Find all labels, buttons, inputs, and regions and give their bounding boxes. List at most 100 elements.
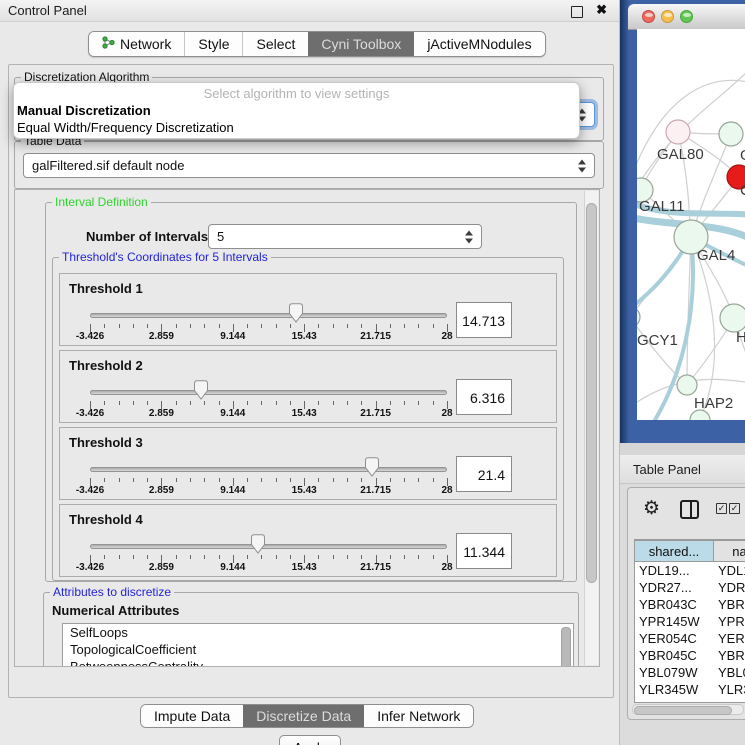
table-cell[interactable]: YBR043C [635,596,714,613]
table-row[interactable]: YIL052CYIL052C [635,698,745,703]
attribute-item[interactable]: TopologicalCoefficient [63,641,573,658]
table-cell[interactable]: YIL052C [714,698,745,703]
table-cell[interactable]: YBR045C [635,647,714,664]
minimize-traffic-light[interactable] [661,10,674,23]
slider-thumb[interactable] [250,534,266,554]
zoom-traffic-light[interactable] [680,10,693,23]
network-node-green[interactable] [677,375,697,395]
table-cell[interactable]: YLR345W [635,681,714,698]
slider-track[interactable] [90,544,447,549]
node-label: GA [740,147,745,164]
table-data-combobox[interactable]: galFiltered.sif default node [23,153,595,178]
tab-infer-network[interactable]: Infer Network [364,705,473,727]
close-icon[interactable]: ✖ [596,2,607,18]
table-cell[interactable]: YDL19 [714,562,745,579]
attribute-item[interactable]: BetweennessCentrality [63,658,573,667]
attributes-group: Attributes to discretize Numerical Attri… [43,592,579,667]
table-cell[interactable]: YBL079W [714,664,745,681]
table-cell[interactable]: YPR145W [635,613,714,630]
slider-thumb[interactable] [288,303,304,323]
network-node-pink[interactable] [666,120,690,144]
threshold-value-field[interactable]: 11.344 [456,533,512,569]
algorithm-option-manual[interactable]: Manual Discretization [14,102,579,119]
network-edge[interactable] [637,317,687,385]
slider-track[interactable] [90,313,447,318]
close-traffic-light[interactable] [642,10,655,23]
threshold-slider[interactable]: -3.4262.8599.14415.4321.71528 [90,428,447,501]
table-row[interactable]: YDR27...YDR27 [635,579,745,596]
threshold-value-field[interactable]: 21.4 [456,456,512,492]
table-row[interactable]: YLR345WYLR345W [635,681,745,698]
tab-label: Select [256,32,295,56]
table-cell[interactable]: YDL19... [635,562,714,579]
checkbox-icon[interactable]: ✓ [729,503,740,514]
threshold-value-field[interactable]: 6.316 [456,379,512,415]
table-cell[interactable]: YBR043C [714,596,745,613]
column-header[interactable]: shared... [635,540,714,562]
number-of-intervals-combobox[interactable]: 5 [208,224,482,249]
table-cell[interactable]: YLR345W [714,681,745,698]
thresholds-group: Threshold's Coordinates for 5 Intervals … [52,257,564,581]
tab-select[interactable]: Select [242,32,308,56]
slider-track[interactable] [90,467,447,472]
network-node-green[interactable] [719,122,743,146]
table-row[interactable]: YBR045CYBR045C [635,647,745,664]
table-data-group: Table Data galFiltered.sif default node [14,141,604,189]
table-cell[interactable]: YDR27 [714,579,745,596]
tab-discretize-data[interactable]: Discretize Data [243,705,364,727]
table-row[interactable]: YER054CYER054C [635,630,745,647]
threshold-slider[interactable]: -3.4262.8599.14415.4321.71528 [90,505,447,578]
network-window-titlebar[interactable] [628,4,745,30]
threshold-slider[interactable]: -3.4262.8599.14415.4321.71528 [90,274,447,347]
checkbox-icon[interactable]: ✓ [716,503,727,514]
threshold-panel-1: Threshold 1-3.4262.8599.14415.4321.71528… [59,273,557,346]
table-row[interactable]: YBR043CYBR043C [635,596,745,613]
table-row[interactable]: YPR145WYPR145W [635,613,745,630]
slider-thumb[interactable] [193,380,209,400]
gear-icon[interactable]: ⚙ [643,497,660,520]
slider-tick-labels: -3.4262.8599.14415.4321.71528 [90,485,447,497]
float-icon[interactable] [571,6,583,18]
table-cell[interactable]: YER054C [714,630,745,647]
network-canvas[interactable]: GAL80GACGAL11GAL4GCY1HHAP2 [637,29,745,420]
tab-network[interactable]: Network [89,32,184,56]
attributes-group-label: Attributes to discretize [50,585,174,599]
top-tab-strip: NetworkStyle Select Cyni ToolboxjActiveMNo… [88,31,546,57]
columns-icon[interactable] [680,500,699,519]
table-row[interactable]: YBL079WYBL079W [635,664,745,681]
network-node-green[interactable] [720,304,745,332]
node-table[interactable]: shared...name YDL19...YDL19YDR27...YDR27… [634,539,745,703]
control-panel-titlebar: Control Panel ✖ [0,0,619,22]
table-horizontal-scrollbar[interactable] [632,704,744,715]
column-header[interactable]: name [714,540,745,562]
attributes-list[interactable]: SelfLoopsTopologicalCoefficientBetweenne… [62,623,574,667]
slider-track[interactable] [90,390,447,395]
table-cell[interactable]: YBR045C [714,647,745,664]
attributes-list-scrollbar[interactable] [561,627,571,667]
slider-thumb[interactable] [364,457,380,477]
threshold-value-field[interactable]: 14.713 [456,302,512,338]
threshold-slider[interactable]: -3.4262.8599.14415.4321.71528 [90,351,447,424]
table-cell[interactable]: YER054C [635,630,714,647]
tab-cyni-toolbox[interactable]: Cyni Toolbox [308,32,414,56]
tab-impute-data[interactable]: Impute Data [141,705,243,727]
table-panel-titlebar: Table Panel [620,455,745,484]
apply-button[interactable]: Apply [279,735,341,745]
tab-style[interactable]: Style [184,32,242,56]
table-panel: ⚙ ✓ ✓ shared...name YDL19...YDL19YDR27..… [627,487,745,720]
table-cell[interactable]: YBL079W [635,664,714,681]
table-cell[interactable]: YIL052C [635,698,714,703]
attribute-item[interactable]: SelfLoops [63,624,573,641]
table-cell[interactable]: YPR145W [714,613,745,630]
table-panel-title: Table Panel [633,462,701,477]
interval-definition-group: Interval Definition Number of Intervals … [45,202,577,582]
table-cell[interactable]: YDR27... [635,579,714,596]
tab-jactivemnodules[interactable]: jActiveMNodules [414,32,544,56]
table-data-value: galFiltered.sif default node [32,158,184,173]
algorithm-option-equal-width[interactable]: Equal Width/Frequency Discretization [14,119,579,136]
network-view-window: GAL80GACGAL11GAL4GCY1HHAP2 [620,0,745,443]
table-row[interactable]: YDL19...YDL19 [635,562,745,579]
settings-vertical-scrollbar[interactable] [584,191,598,665]
slider-tick-labels: -3.4262.8599.14415.4321.71528 [90,408,447,420]
network-node-green[interactable] [637,307,640,327]
